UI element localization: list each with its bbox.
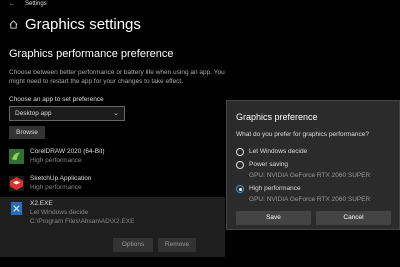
app-path: C:\Program Files\Ahsan\AD\X2.EXE [30,218,135,225]
chevron-down-icon: ⌄ [113,110,119,117]
cancel-button[interactable]: Cancel [316,211,391,225]
back-arrow-icon[interactable]: ← [9,0,15,8]
x2-app-icon [10,201,23,216]
coreldraw-icon [9,149,24,164]
section-title: Graphics performance preference [9,48,174,60]
gpu-label: GPU: NVIDIA GeForce RTX 2060 SUPER [249,172,371,179]
app-title: Settings [25,1,47,7]
description-text: Choose between better performance or bat… [9,69,225,85]
list-item-sketchup[interactable]: SketchUp Application High performance [0,172,225,196]
radio-label: High performance [249,185,301,192]
gpu-label: GPU: NVIDIA GeForce RTX 2060 SUPER [249,196,371,203]
app-name: SketchUp Application [30,175,92,182]
title-bar: ← Settings [0,0,400,12]
list-item-coreldraw[interactable]: CorelDRAW 2020 (64-Bit) High performance [0,145,225,169]
options-button[interactable]: Options [113,238,153,252]
dialog-question: What do you prefer for graphics performa… [236,131,369,138]
app-name: CorelDRAW 2020 (64-Bit) [30,148,105,155]
choose-app-label: Choose an app to set preference [9,96,104,103]
page-title: Graphics settings [25,16,141,33]
app-name: X2.EXE [30,200,53,207]
graphics-preference-dialog: Graphics preference What do you prefer f… [226,100,400,230]
radio-button[interactable] [236,148,244,156]
radio-label: Power saving [249,161,289,168]
app-preference: High performance [30,157,82,164]
remove-button[interactable]: Remove [158,238,196,252]
app-preference: High performance [30,184,82,191]
radio-label: Let Windows decide [249,148,308,155]
home-icon[interactable] [9,20,18,29]
radio-button-selected[interactable] [236,185,244,193]
app-type-select[interactable]: Desktop app ⌄ [9,106,125,121]
app-type-value: Desktop app [15,110,52,117]
dialog-title: Graphics preference [236,112,318,122]
app-preference: Let Windows decide [30,209,89,216]
sketchup-icon [9,176,24,191]
save-button[interactable]: Save [236,211,311,225]
radio-button[interactable] [236,161,244,169]
list-item-x2[interactable]: X2.EXE Let Windows decide C:\Program Fil… [0,197,225,257]
browse-button[interactable]: Browse [9,126,45,139]
